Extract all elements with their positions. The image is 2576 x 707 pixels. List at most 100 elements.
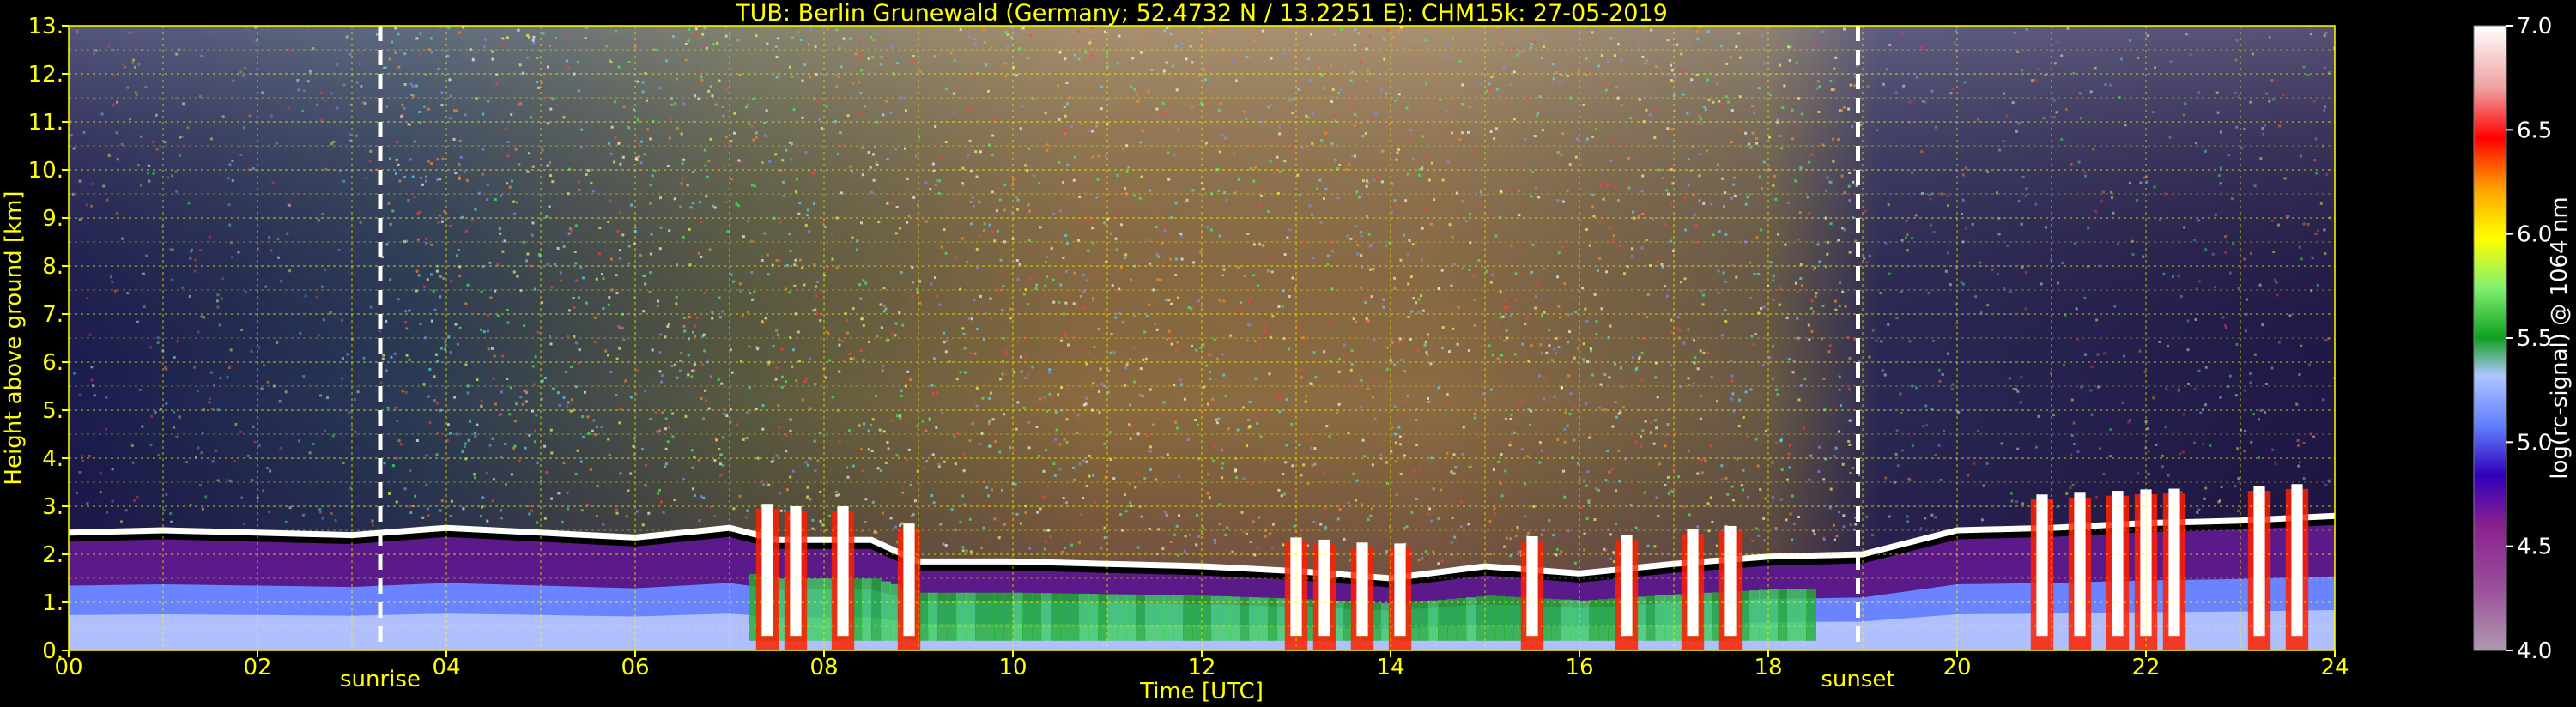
noise-dot: [1478, 204, 1482, 208]
noise-dot: [750, 184, 754, 187]
noise-dot: [831, 233, 833, 236]
noise-dot: [1001, 372, 1004, 376]
noise-dot: [1254, 416, 1258, 420]
noise-dot: [595, 514, 598, 517]
noise-dot: [1288, 99, 1291, 102]
noise-dot: [1015, 427, 1018, 431]
noise-dot: [2268, 100, 2271, 103]
noise-dot: [2071, 483, 2075, 486]
noise-dot: [1834, 308, 1838, 311]
noise-dot: [1293, 55, 1296, 58]
noise-dot: [848, 352, 852, 355]
noise-dot: [1213, 539, 1216, 542]
noise-dot: [1473, 416, 1476, 420]
noise-dot: [425, 483, 428, 486]
noise-dot: [1430, 161, 1433, 165]
noise-dot: [1406, 394, 1409, 397]
noise-dot: [1848, 443, 1852, 446]
noise-dot: [953, 435, 956, 438]
noise-dot: [671, 412, 675, 415]
noise-dot: [151, 140, 155, 143]
noise-dot: [2282, 93, 2285, 96]
noise-dot: [458, 31, 462, 34]
noise-dot: [430, 51, 433, 54]
aerosol-column: [1221, 596, 1231, 641]
noise-dot: [318, 508, 322, 511]
noise-dot: [542, 74, 546, 77]
noise-dot: [788, 233, 791, 236]
noise-dot: [2270, 79, 2274, 82]
aerosol-column: [815, 578, 825, 641]
noise-dot: [1493, 512, 1496, 516]
noise-dot: [2194, 142, 2197, 145]
noise-dot: [624, 379, 627, 383]
noise-dot: [2323, 228, 2326, 232]
noise-dot: [1615, 415, 1618, 419]
noise-dot: [1516, 525, 1519, 529]
noise-dot: [1027, 147, 1031, 150]
noise-dot: [785, 450, 788, 453]
noise-dot: [792, 169, 796, 172]
noise-dot: [1368, 35, 1372, 39]
noise-dot: [1670, 331, 1674, 335]
noise-dot: [1097, 328, 1100, 331]
noise-dot: [1829, 80, 1833, 83]
noise-dot: [1928, 193, 1931, 196]
noise-dot: [1785, 518, 1788, 522]
noise-dot: [1426, 353, 1429, 356]
noise-dot: [90, 366, 94, 369]
noise-dot: [170, 520, 173, 523]
noise-dot: [576, 61, 579, 64]
noise-dot: [1186, 438, 1190, 442]
noise-dot: [93, 52, 95, 56]
noise-dot: [1686, 112, 1689, 115]
noise-dot: [2232, 242, 2235, 245]
noise-dot: [939, 523, 943, 526]
noise-dot: [197, 330, 200, 334]
noise-dot: [1939, 478, 1943, 481]
noise-dot: [1557, 346, 1561, 349]
noise-dot: [1526, 96, 1530, 100]
noise-dot: [2276, 293, 2279, 297]
aerosol-column: [1107, 594, 1118, 641]
noise-dot: [363, 101, 367, 105]
noise-dot: [1746, 196, 1749, 199]
noise-dot: [1670, 168, 1673, 172]
noise-dot: [2214, 213, 2217, 216]
noise-dot: [578, 180, 581, 184]
noise-dot: [836, 153, 839, 156]
noise-dot: [1593, 293, 1597, 296]
noise-dot: [508, 185, 512, 189]
noise-dot: [561, 520, 564, 523]
y-axis-title: Height above ground [km]: [1, 190, 27, 485]
noise-dot: [286, 232, 289, 235]
noise-dot: [547, 17, 549, 20]
noise-dot: [658, 87, 662, 90]
noise-dot: [1095, 196, 1099, 199]
noise-dot: [430, 162, 433, 165]
noise-dot: [1792, 523, 1796, 526]
noise-dot: [654, 48, 658, 51]
noise-dot: [429, 37, 433, 40]
noise-dot: [1563, 440, 1567, 444]
noise-dot: [1431, 74, 1434, 77]
noise-dot: [1693, 382, 1696, 385]
noise-dot: [1173, 154, 1176, 157]
noise-dot: [1488, 344, 1491, 347]
noise-dot: [894, 232, 898, 235]
noise-dot: [937, 192, 941, 195]
noise-dot: [711, 94, 714, 98]
noise-dot: [1748, 142, 1751, 146]
noise-dot: [1744, 202, 1748, 206]
noise-dot: [1216, 357, 1219, 360]
noise-dot: [535, 414, 538, 417]
noise-dot: [1556, 275, 1560, 279]
noise-dot: [804, 223, 808, 227]
noise-dot: [1646, 293, 1650, 296]
noise-dot: [1310, 33, 1313, 36]
noise-dot: [704, 389, 707, 392]
noise-dot: [1383, 38, 1386, 41]
noise-dot: [480, 515, 482, 518]
noise-dot: [739, 289, 742, 293]
noise-dot: [1578, 479, 1581, 482]
